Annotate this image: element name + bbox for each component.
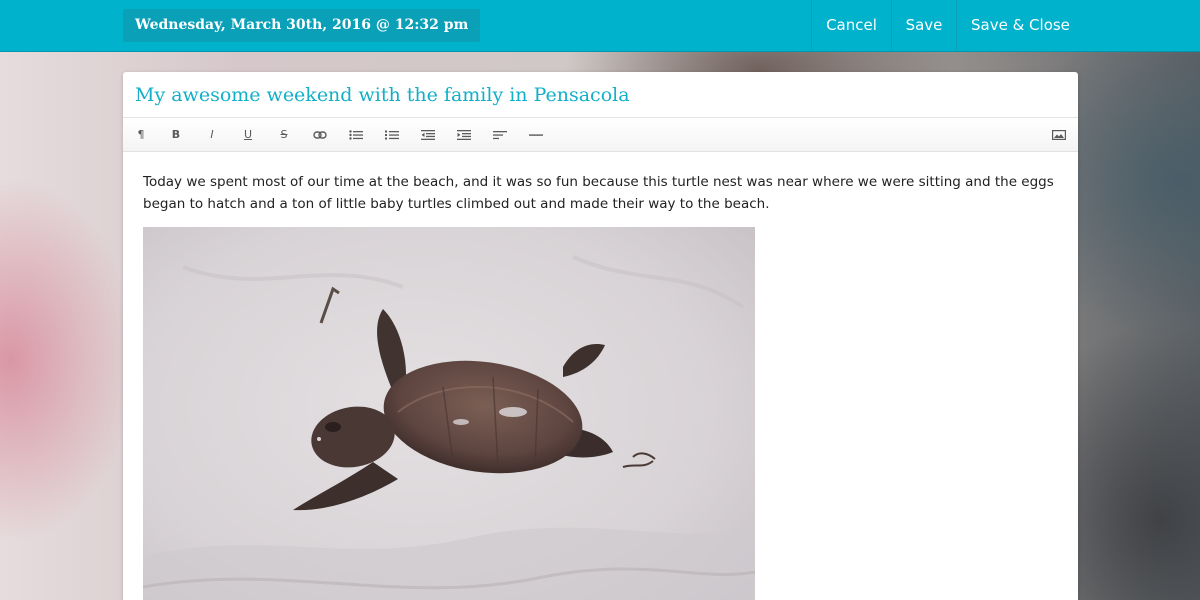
editor-toolbar: ¶ B I U S	[123, 117, 1078, 152]
bold-icon[interactable]: B	[167, 126, 185, 144]
italic-icon[interactable]: I	[203, 126, 221, 144]
indent-icon[interactable]	[455, 126, 473, 144]
turtle-photo[interactable]	[143, 227, 755, 600]
unordered-list-icon[interactable]	[347, 126, 365, 144]
align-left-icon[interactable]	[491, 126, 509, 144]
top-bar: Wednesday, March 30th, 2016 @ 12:32 pm C…	[0, 0, 1200, 52]
save-and-close-button[interactable]: Save & Close	[956, 0, 1078, 51]
entry-title[interactable]: My awesome weekend with the family in Pe…	[123, 72, 1078, 117]
entry-date[interactable]: Wednesday, March 30th, 2016 @ 12:32 pm	[123, 9, 481, 42]
ordered-list-icon[interactable]	[383, 126, 401, 144]
editor-card: My awesome weekend with the family in Pe…	[123, 72, 1078, 600]
link-icon[interactable]	[311, 126, 329, 144]
image-icon[interactable]	[1050, 126, 1068, 144]
underline-icon[interactable]: U	[239, 126, 257, 144]
turtle-image	[143, 227, 755, 600]
entry-body[interactable]: Today we spent most of our time at the b…	[143, 171, 1063, 215]
strikethrough-icon[interactable]: S	[275, 126, 293, 144]
cancel-button[interactable]: Cancel	[811, 0, 891, 51]
horizontal-rule-icon[interactable]	[527, 126, 545, 144]
header-actions: Cancel Save Save & Close	[811, 0, 1200, 51]
save-button[interactable]: Save	[891, 0, 956, 51]
outdent-icon[interactable]	[419, 126, 437, 144]
paragraph-icon[interactable]: ¶	[132, 126, 150, 144]
